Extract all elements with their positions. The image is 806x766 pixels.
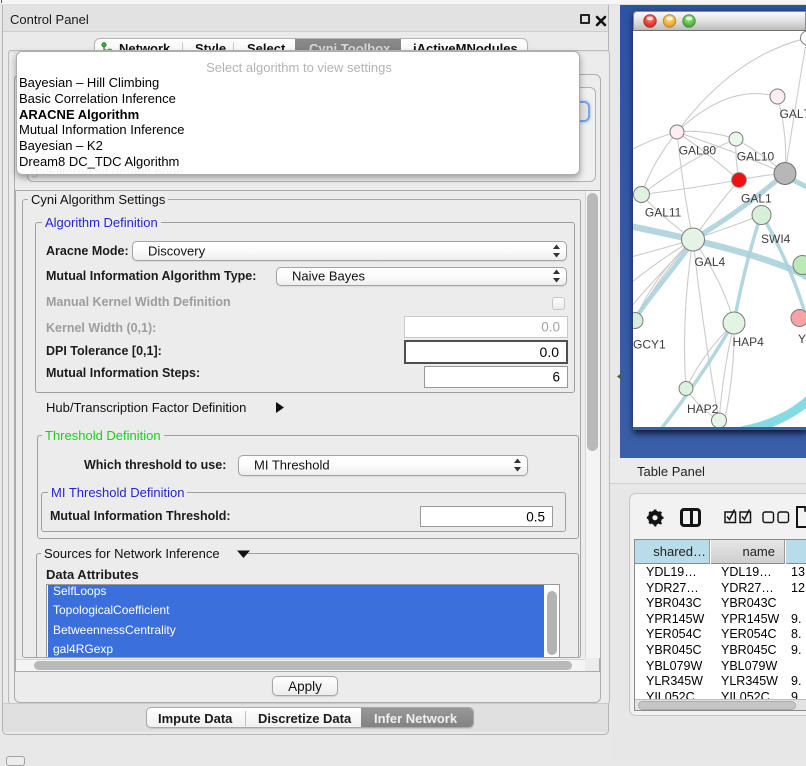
svg-text:Y: Y — [798, 332, 806, 346]
svg-text:GCY1: GCY1 — [633, 338, 666, 352]
svg-text:SWI4: SWI4 — [761, 232, 791, 246]
svg-text:GAL10: GAL10 — [737, 150, 775, 164]
svg-text:GAL80: GAL80 — [679, 144, 717, 158]
svg-text:GAL11: GAL11 — [645, 206, 682, 220]
svg-text:HAP2: HAP2 — [687, 402, 719, 416]
svg-text:GAL4: GAL4 — [695, 255, 726, 269]
svg-text:GAL7: GAL7 — [780, 107, 806, 121]
svg-text:HAP4: HAP4 — [733, 335, 765, 349]
svg-text:GAL1: GAL1 — [741, 192, 772, 206]
